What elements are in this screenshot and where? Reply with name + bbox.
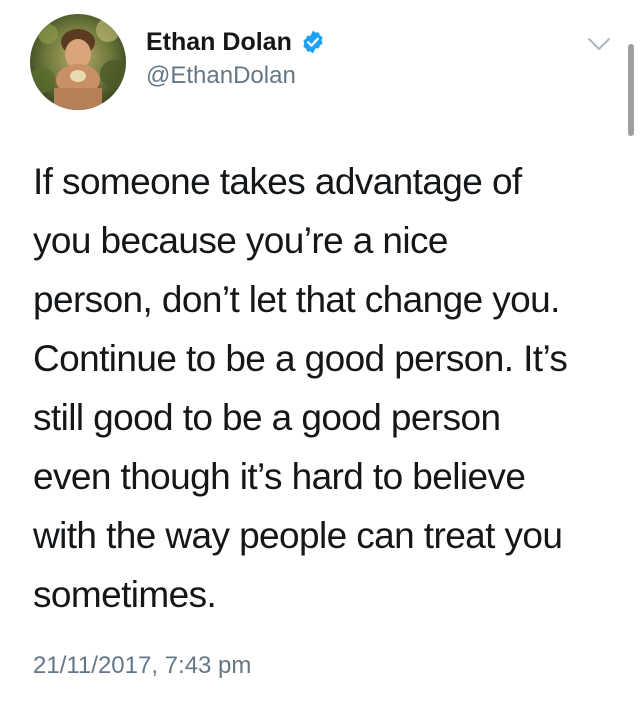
chevron-down-icon[interactable] xyxy=(583,28,615,60)
verified-badge-icon xyxy=(300,29,326,55)
profile-photo-image xyxy=(30,14,126,110)
author-name[interactable]: Ethan Dolan xyxy=(146,25,326,59)
scrollbar[interactable] xyxy=(628,44,634,136)
tweet-text: If someone takes advantage of you becaus… xyxy=(33,161,568,615)
display-name-text: Ethan Dolan xyxy=(146,28,292,56)
tweet-timestamp[interactable]: 21/11/2017, 7:43 pm xyxy=(33,649,251,683)
author-handle[interactable]: @EthanDolan xyxy=(146,60,296,92)
tweet-card: Ethan Dolan @EthanDolan If someone takes… xyxy=(0,0,640,702)
avatar[interactable] xyxy=(30,14,126,110)
